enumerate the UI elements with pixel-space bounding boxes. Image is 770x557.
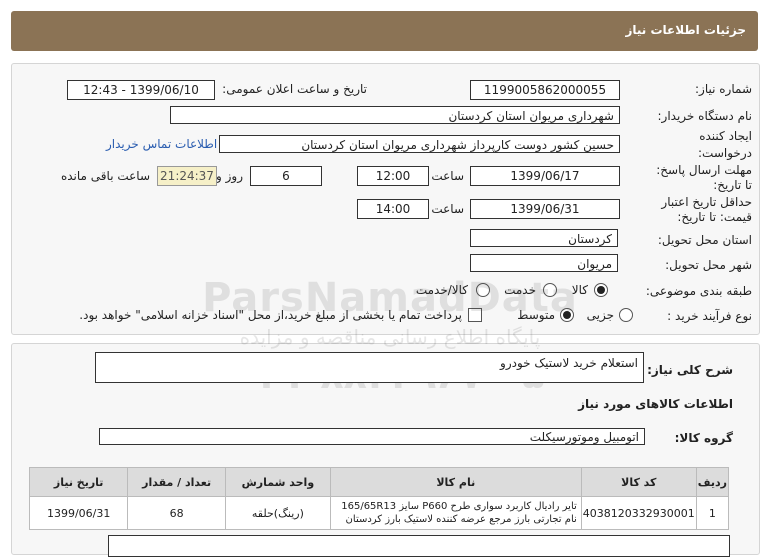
validity-time-field: 14:00 bbox=[357, 199, 429, 219]
days-label: روز و bbox=[216, 169, 243, 183]
validity-label-line1: حداقل تاریخ اعتبار bbox=[661, 195, 752, 209]
process-radio-minor[interactable] bbox=[619, 308, 633, 322]
treasury-payment-note: پرداخت تمام یا بخشی از مبلغ خرید،از محل … bbox=[79, 308, 462, 322]
row-code: 4038120332930001 bbox=[580, 496, 697, 530]
category-radio-goods-service[interactable] bbox=[476, 283, 490, 297]
process-radio-medium[interactable] bbox=[560, 308, 574, 322]
validity-date-field: 1399/06/31 bbox=[470, 199, 620, 219]
page-header: جزئیات اطلاعات نیاز bbox=[11, 11, 758, 51]
creator-field: حسین کشور دوست کارپرداز شهرداری مریوان ا… bbox=[219, 135, 620, 153]
city-field: مریوان bbox=[470, 254, 618, 272]
announce-field: 1399/06/10 - 12:43 bbox=[67, 80, 215, 100]
deadline-time-field: 12:00 bbox=[357, 166, 429, 186]
announce-label: تاریخ و ساعت اعلان عمومی: bbox=[222, 82, 367, 96]
category-radio-service[interactable] bbox=[543, 283, 557, 297]
remaining-time-field: 21:24:37 bbox=[157, 166, 217, 186]
remaining-label: ساعت باقی مانده bbox=[60, 169, 150, 183]
summary-label: شرح کلی نیاز: bbox=[647, 363, 733, 377]
category-option-goods: کالا bbox=[571, 283, 588, 297]
city-label: شهر محل تحویل: bbox=[665, 258, 752, 272]
validity-label-line2: قیمت: تا تاریخ: bbox=[677, 210, 752, 224]
goods-table-header: ردیف کد کالا نام کالا واحد شمارش تعداد /… bbox=[28, 467, 730, 497]
deadline-date-field: 1399/06/17 bbox=[470, 166, 620, 186]
page-title: جزئیات اطلاعات نیاز bbox=[625, 23, 746, 37]
validity-hour-label: ساعت bbox=[431, 202, 464, 216]
days-field: 6 bbox=[250, 166, 322, 186]
col-date: تاریخ نیاز bbox=[28, 467, 129, 497]
goods-table: ردیف کد کالا نام کالا واحد شمارش تعداد /… bbox=[28, 467, 730, 530]
row-name: تایر رادیال کاربرد سواری طرح P660 سایز 1… bbox=[329, 496, 582, 530]
buyer-field: شهرداری مریوان استان کردستان bbox=[170, 106, 620, 124]
need-number-label: شماره نیاز: bbox=[695, 82, 752, 96]
need-number-field: 1199005862000055 bbox=[470, 80, 620, 100]
category-label: طبقه بندی موضوعی: bbox=[645, 284, 752, 298]
row-index: 1 bbox=[695, 496, 730, 530]
goods-section-title: اطلاعات کالاهای مورد نیاز bbox=[578, 397, 733, 411]
process-label: نوع فرآیند خرید : bbox=[667, 309, 752, 323]
col-unit: واحد شمارش bbox=[224, 467, 331, 497]
row-unit: (رینگ)حلقه bbox=[224, 496, 331, 530]
buyer-notes-field bbox=[108, 535, 730, 557]
buyer-label: نام دستگاه خریدار: bbox=[657, 109, 753, 123]
col-name: نام کالا bbox=[329, 467, 582, 497]
col-code: کد کالا bbox=[580, 467, 697, 497]
process-option-medium: متوسط bbox=[517, 308, 555, 322]
goods-group-label: گروه کالا: bbox=[674, 431, 733, 445]
deadline-label-line2: تا تاریخ: bbox=[713, 178, 752, 192]
process-option-minor: جزیی bbox=[586, 308, 614, 322]
creator-label-line2: درخواست: bbox=[698, 146, 752, 160]
buyer-contact-link[interactable]: اطلاعات تماس خریدار bbox=[106, 137, 217, 151]
province-field: کردستان bbox=[470, 229, 618, 247]
table-row: 1 4038120332930001 تایر رادیال کاربرد سو… bbox=[28, 496, 730, 530]
col-index: ردیف bbox=[695, 467, 730, 497]
summary-field: استعلام خرید لاستیک خودرو bbox=[95, 352, 644, 383]
goods-group-field: اتومبیل وموتورسیکلت bbox=[99, 428, 645, 445]
deadline-hour-label: ساعت bbox=[431, 169, 464, 183]
col-qty: تعداد / مقدار bbox=[127, 467, 226, 497]
category-radio-goods[interactable] bbox=[594, 283, 608, 297]
category-option-service: خدمت bbox=[504, 283, 536, 297]
creator-label-line1: ایجاد کننده bbox=[699, 129, 752, 143]
row-qty: 68 bbox=[127, 496, 226, 530]
province-label: استان محل تحویل: bbox=[657, 233, 752, 247]
category-option-goods-service: کالا/خدمت bbox=[415, 283, 468, 297]
row-date: 1399/06/31 bbox=[28, 496, 129, 530]
deadline-label-line1: مهلت ارسال پاسخ: bbox=[656, 163, 752, 177]
treasury-payment-checkbox[interactable] bbox=[468, 308, 482, 322]
